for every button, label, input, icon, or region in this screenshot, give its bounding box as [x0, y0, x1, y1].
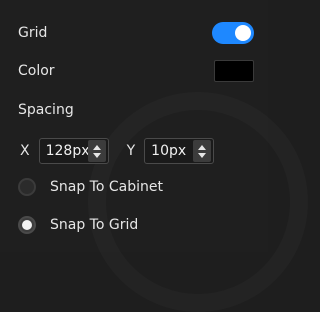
spacing-y-group: Y 10px — [127, 138, 215, 164]
color-row: Color — [18, 60, 254, 82]
spacing-y-label: Y — [126, 143, 136, 159]
spacing-x-label: X — [20, 143, 30, 159]
chevron-down-icon[interactable] — [92, 152, 101, 158]
chevron-down-icon[interactable] — [198, 152, 207, 158]
spacing-row: Spacing — [18, 97, 254, 123]
toggle-knob — [235, 25, 251, 41]
chevron-up-icon[interactable] — [198, 144, 207, 150]
grid-toggle[interactable] — [212, 22, 254, 44]
color-swatch[interactable] — [214, 60, 254, 82]
grid-label: Grid — [18, 25, 48, 41]
chevron-up-icon[interactable] — [92, 144, 101, 150]
snap-to-cabinet-option[interactable]: Snap To Cabinet — [18, 178, 254, 196]
spacing-x-group: X 128px — [20, 138, 109, 164]
snap-to-grid-radio[interactable] — [18, 216, 36, 234]
radio-dot — [22, 220, 32, 230]
spacing-x-value[interactable]: 128px — [40, 143, 90, 159]
spacing-x-input[interactable]: 128px — [38, 138, 109, 164]
grid-row: Grid — [18, 22, 254, 44]
snap-to-grid-label[interactable]: Snap To Grid — [50, 217, 138, 233]
color-label: Color — [18, 63, 55, 79]
snap-to-cabinet-radio[interactable] — [18, 178, 36, 196]
snap-to-grid-option[interactable]: Snap To Grid — [18, 216, 254, 234]
spacing-y-stepper[interactable] — [193, 140, 212, 162]
snap-to-cabinet-label[interactable]: Snap To Cabinet — [50, 179, 163, 195]
spacing-inputs-row: X 128px Y 10px — [20, 138, 258, 164]
background-watermark — [88, 92, 308, 312]
grid-settings-panel: Grid Color Spacing X 128px Y 10px Snap T… — [0, 0, 268, 252]
spacing-x-stepper[interactable] — [87, 140, 106, 162]
spacing-y-value[interactable]: 10px — [145, 143, 193, 159]
spacing-label: Spacing — [18, 102, 74, 118]
spacing-y-input[interactable]: 10px — [144, 138, 215, 164]
